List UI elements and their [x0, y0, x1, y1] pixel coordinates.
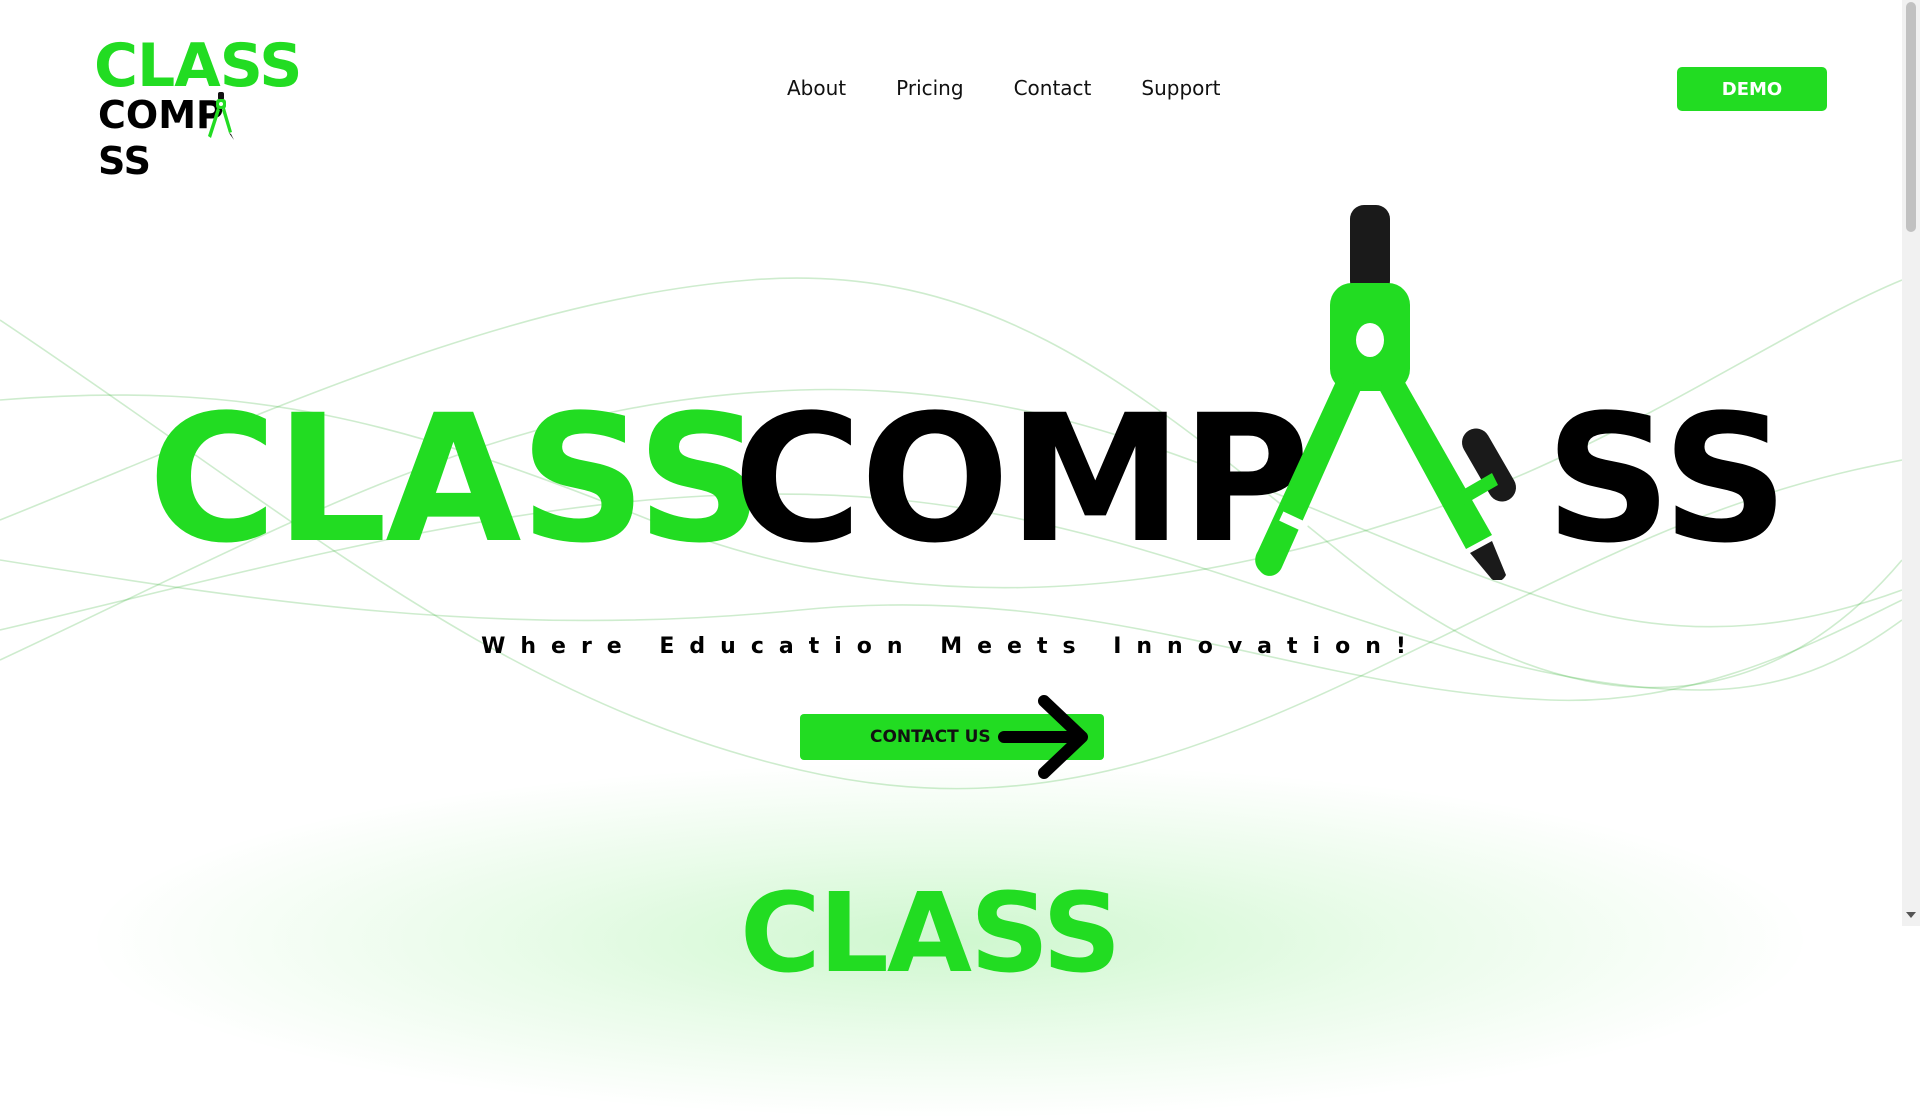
drawing-compass-icon	[1255, 205, 1516, 580]
arrow-right-icon	[998, 695, 1088, 779]
logo-line-class: CLASS	[94, 31, 302, 101]
compass-icon	[208, 92, 234, 140]
main-nav: About Pricing Contact Support	[787, 74, 1270, 102]
demo-button[interactable]: DEMO	[1677, 67, 1827, 111]
nav-support-link[interactable]: Support	[1141, 74, 1220, 102]
site-logo[interactable]: CLASS COMPSS	[94, 31, 302, 183]
logo-line-compass: COMPSS	[98, 92, 300, 184]
nav-pricing-link[interactable]: Pricing	[896, 74, 963, 102]
contact-us-label: CONTACT US	[870, 727, 991, 747]
hero-tagline: Where Education Meets Innovation!	[481, 634, 1421, 659]
hero-word-ss: SS	[1545, 377, 1789, 582]
nav-contact-link[interactable]: Contact	[1014, 74, 1092, 102]
scroll-thumb[interactable]	[1906, 2, 1916, 232]
nav-about-link[interactable]: About	[787, 74, 846, 102]
hero-word-class: CLASS	[148, 377, 763, 582]
page-scrollbar[interactable]	[1902, 0, 1920, 926]
next-section-title: CLASS	[740, 869, 1121, 997]
hero-word-comp: COMP	[733, 377, 1310, 582]
scroll-down-arrow-icon[interactable]	[1906, 912, 1916, 918]
hero-title: CLASS COMP SS	[148, 390, 1789, 570]
logo-ss-text: SS	[98, 139, 152, 183]
